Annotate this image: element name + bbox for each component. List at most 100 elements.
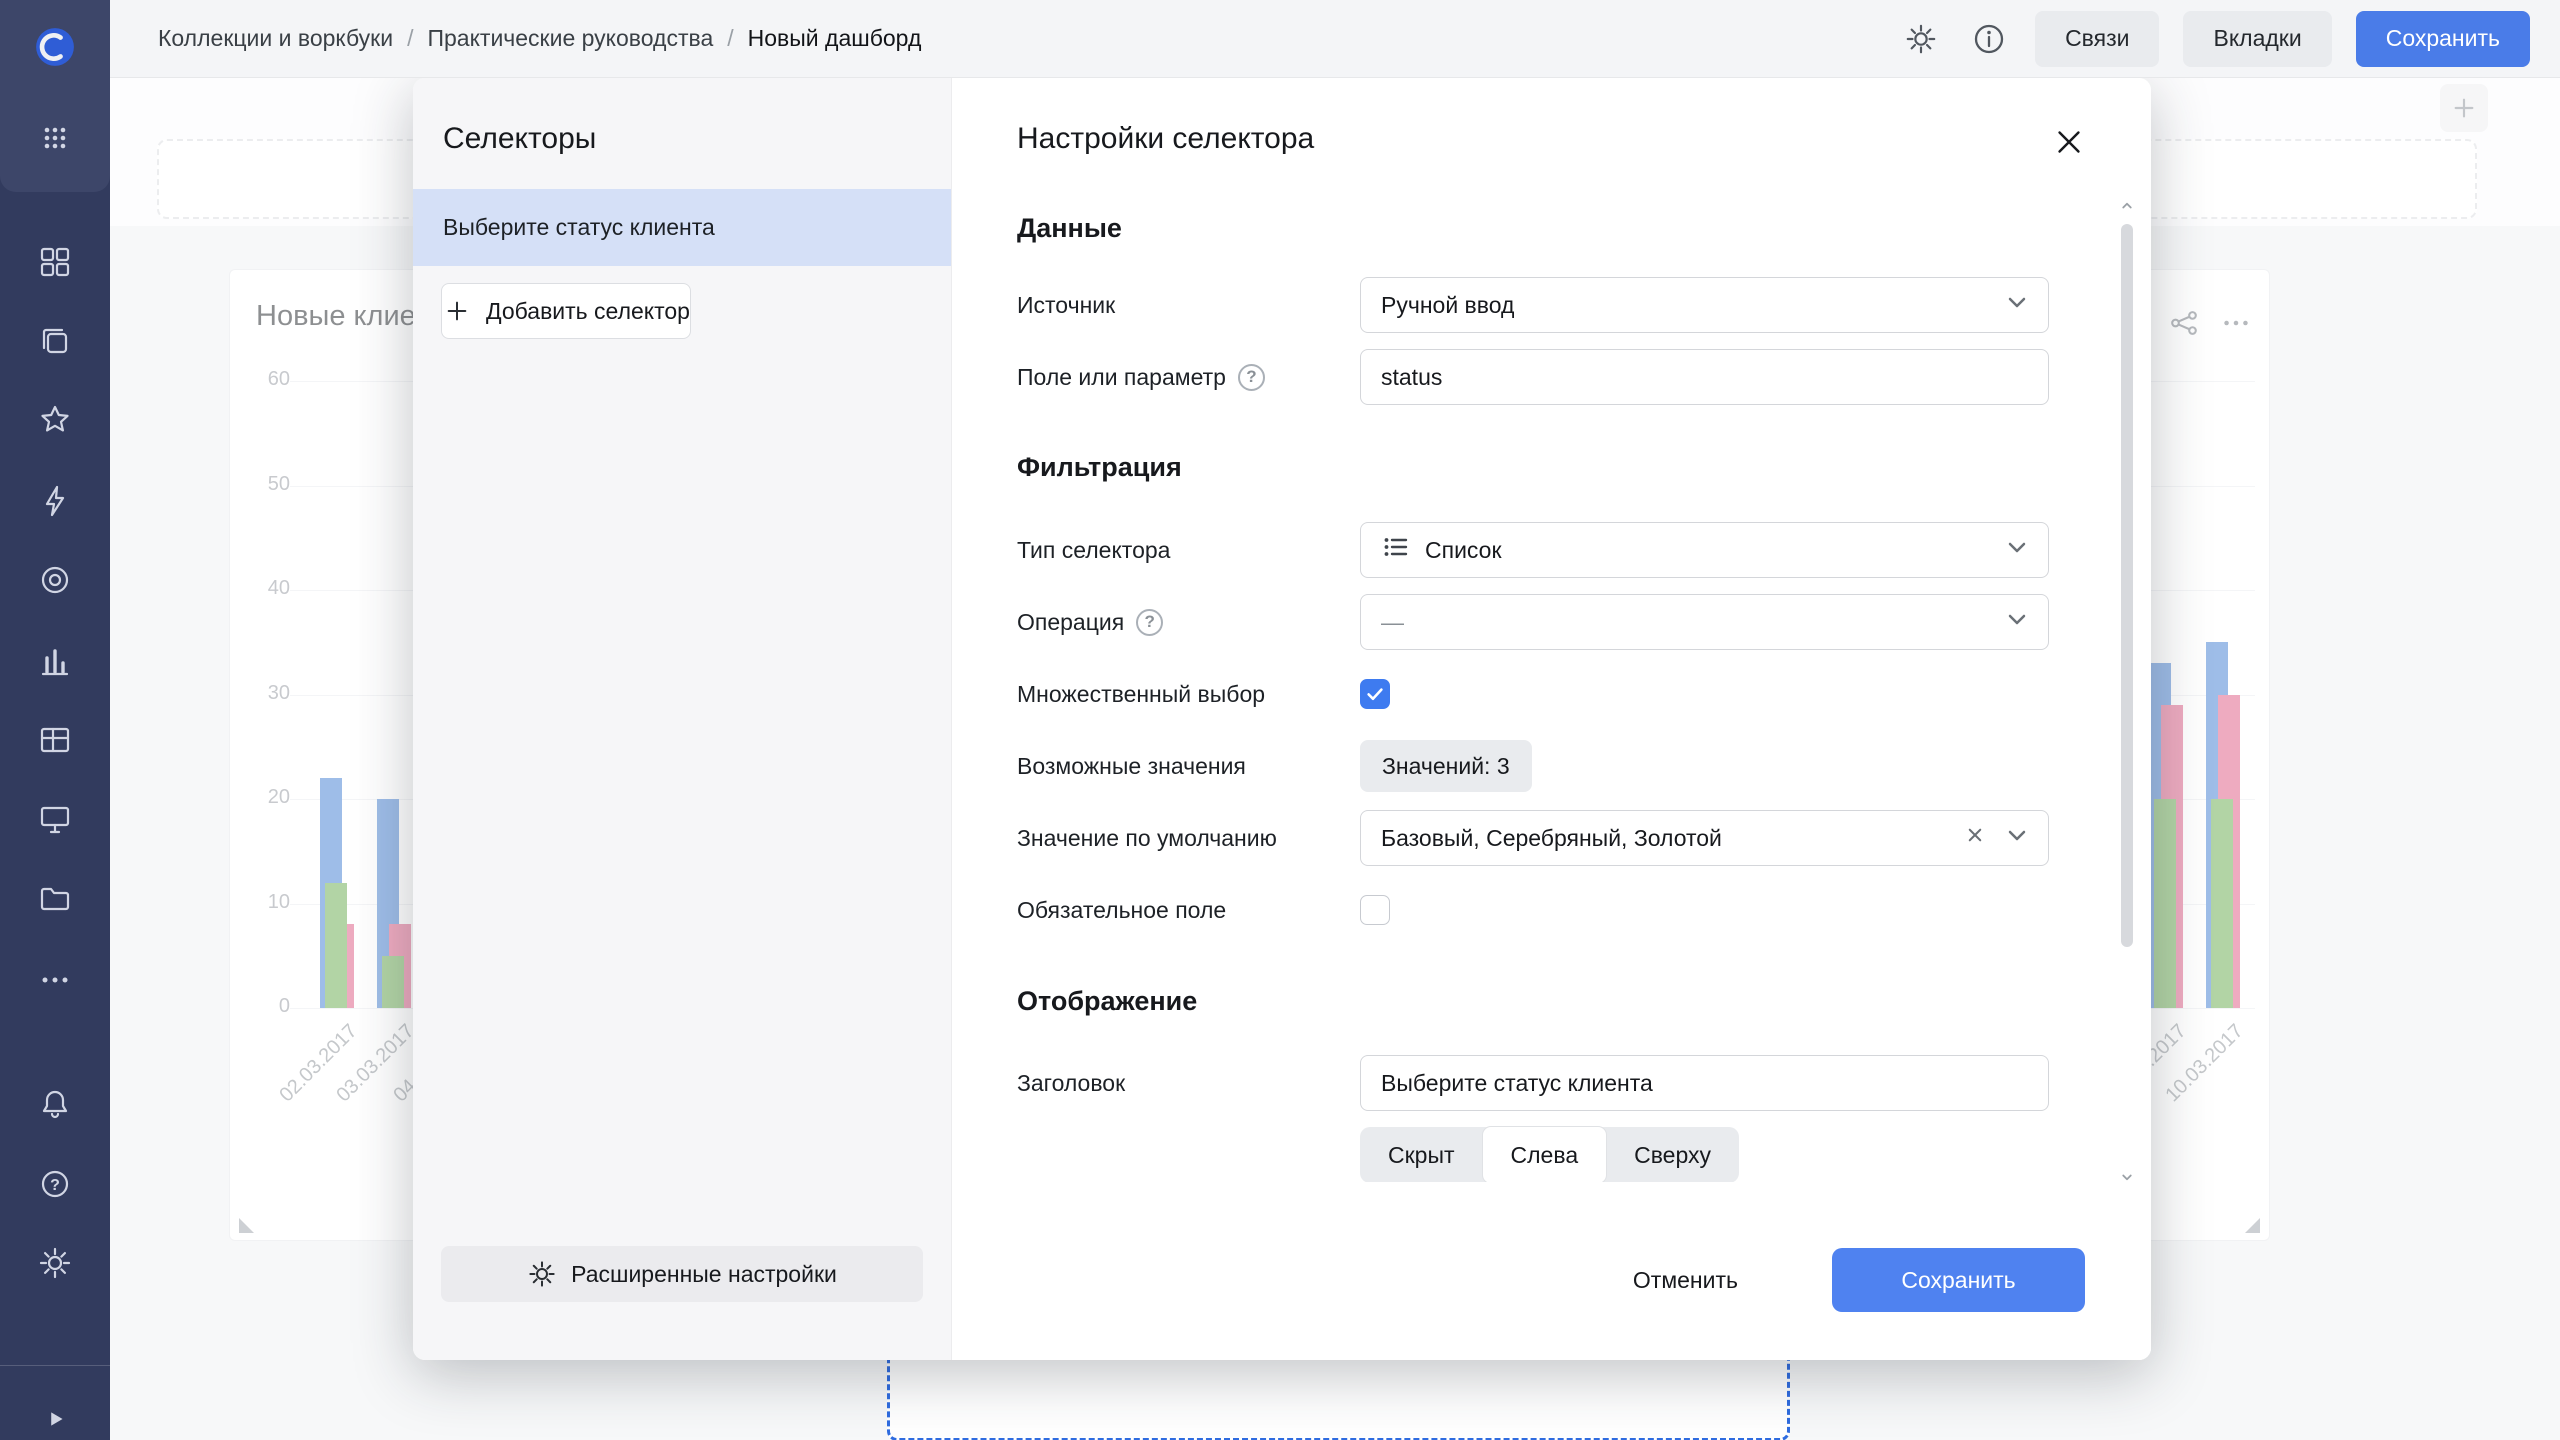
list-icon [1381, 532, 1411, 568]
operation-label: Операция ? [1017, 609, 1360, 636]
required-checkbox[interactable] [1360, 895, 1390, 925]
apps-grid-icon[interactable] [35, 118, 75, 158]
default-value-row: Значение по умолчанию Базовый, Серебряны… [1017, 810, 2049, 866]
scroll-up-icon[interactable] [2121, 199, 2133, 211]
expand-sidebar-icon[interactable] [35, 1399, 75, 1439]
header-settings-gear-icon[interactable] [1899, 17, 1943, 61]
scroll-down-icon[interactable] [2121, 1170, 2133, 1182]
datalens-logo[interactable] [35, 27, 75, 67]
selectors-panel-title: Селекторы [413, 78, 951, 156]
favorites-star-icon[interactable] [35, 400, 75, 440]
breadcrumb-guides[interactable]: Практические руководства [427, 25, 713, 52]
tab-top[interactable]: Сверху [1606, 1127, 1739, 1182]
close-icon[interactable] [2047, 120, 2091, 164]
operation-value: — [1381, 609, 1404, 636]
multiselect-label: Множественный выбор [1017, 681, 1360, 708]
default-value-select[interactable]: Базовый, Серебряный, Золотой [1360, 810, 2049, 866]
source-row: Источник Ручной ввод [1017, 277, 2049, 333]
editor-bolt-icon[interactable] [35, 481, 75, 521]
header-save-button[interactable]: Сохранить [2356, 11, 2530, 67]
field-value: status [1381, 364, 1442, 391]
operation-select[interactable]: — [1360, 594, 2049, 650]
multiselect-checkbox[interactable] [1360, 679, 1390, 709]
top-header: Коллекции и воркбуки / Практические руко… [110, 0, 2560, 78]
tabs-button[interactable]: Вкладки [2183, 11, 2331, 67]
dialog-save-button[interactable]: Сохранить [1832, 1248, 2085, 1312]
cancel-button[interactable]: Отменить [1633, 1267, 1738, 1294]
folder-icon[interactable] [35, 878, 75, 918]
default-value-label: Значение по умолчанию [1017, 825, 1360, 852]
widget-title-label: Заголовок [1017, 1070, 1360, 1097]
check-icon [1363, 682, 1387, 706]
plus-icon [442, 296, 472, 326]
question-icon[interactable]: ? [1136, 609, 1163, 636]
required-row: Обязательное поле [1017, 882, 2049, 938]
add-selector-button[interactable]: Добавить селектор [441, 283, 691, 339]
chevron-down-icon [2001, 531, 2033, 569]
add-selector-label: Добавить селектор [486, 298, 690, 325]
section-title-data: Данные [1017, 213, 2049, 244]
widget-title-input[interactable]: Выберите статус клиента [1360, 1055, 2049, 1111]
field-label: Поле или параметр ? [1017, 364, 1360, 391]
links-button[interactable]: Связи [2035, 11, 2159, 67]
source-label: Источник [1017, 292, 1360, 319]
gear-icon [527, 1259, 557, 1289]
source-select[interactable]: Ручной ввод [1360, 277, 2049, 333]
charts-icon[interactable] [35, 641, 75, 681]
dashboards-icon[interactable] [35, 242, 75, 282]
selector-settings-panel: Настройки селектора Данные Источник Ручн… [952, 78, 2151, 1360]
header-info-icon[interactable] [1967, 17, 2011, 61]
more-icon[interactable] [35, 960, 75, 1000]
title-row: Заголовок Выберите статус клиента [1017, 1055, 2049, 1111]
multiselect-row: Множественный выбор [1017, 666, 2049, 722]
breadcrumb-separator: / [727, 25, 733, 52]
dialog-footer: Отменить Сохранить [952, 1200, 2151, 1360]
selector-type-select[interactable]: Список [1360, 522, 2049, 578]
tab-left[interactable]: Слева [1483, 1127, 1607, 1182]
modal-scrollbar[interactable] [2119, 199, 2135, 1182]
selectors-list-panel: Селекторы Выберите статус клиента Добави… [413, 78, 952, 1360]
bell-icon[interactable] [35, 1084, 75, 1124]
clear-icon[interactable] [1961, 821, 1989, 855]
sidebar-divider [0, 1365, 110, 1366]
chevron-down-icon [2001, 603, 2033, 641]
settings-gear-icon[interactable] [35, 1243, 75, 1283]
title-position-row: Скрыт Слева Сверху [1017, 1127, 2049, 1182]
selector-list-item[interactable]: Выберите статус клиента [413, 189, 951, 266]
breadcrumb-separator: / [407, 25, 413, 52]
section-title-display: Отображение [1017, 986, 2049, 1017]
breadcrumb: Коллекции и воркбуки / Практические руко… [158, 25, 921, 52]
selector-type-value: Список [1425, 537, 1502, 564]
target-icon[interactable] [35, 560, 75, 600]
selector-type-label: Тип селектора [1017, 537, 1360, 564]
help-icon[interactable]: ? [35, 1164, 75, 1204]
question-icon[interactable]: ? [1238, 364, 1265, 391]
possible-values-label: Возможные значения [1017, 753, 1360, 780]
breadcrumb-collections[interactable]: Коллекции и воркбуки [158, 25, 393, 52]
advanced-settings-button[interactable]: Расширенные настройки [441, 1246, 923, 1302]
possible-values-row: Возможные значения Значений: 3 [1017, 738, 2049, 794]
tab-hidden[interactable]: Скрыт [1360, 1127, 1483, 1182]
monitor-icon[interactable] [35, 799, 75, 839]
selectors-dialog: Селекторы Выберите статус клиента Добави… [413, 78, 2151, 1360]
chevron-down-icon [2001, 286, 2033, 324]
chevron-down-icon [2001, 819, 2033, 857]
widget-title-value: Выберите статус клиента [1381, 1070, 1653, 1097]
advanced-settings-label: Расширенные настройки [571, 1261, 837, 1288]
operation-row: Операция ? — [1017, 594, 2049, 650]
collections-icon[interactable] [35, 321, 75, 361]
default-value-text: Базовый, Серебряный, Золотой [1381, 825, 1722, 852]
field-input[interactable]: status [1360, 349, 2049, 405]
section-title-filtering: Фильтрация [1017, 452, 2049, 483]
breadcrumb-current-dashboard: Новый дашборд [748, 25, 922, 52]
selector-type-row: Тип селектора Список [1017, 522, 2049, 578]
required-label: Обязательное поле [1017, 897, 1360, 924]
values-count-chip[interactable]: Значений: 3 [1360, 740, 1532, 792]
settings-scroll-area: Данные Источник Ручной ввод Поле или пар… [1017, 197, 2049, 1182]
title-position-tabs: Скрыт Слева Сверху [1360, 1127, 1739, 1182]
source-value: Ручной ввод [1381, 292, 1514, 319]
scrollbar-thumb[interactable] [2121, 224, 2133, 947]
svg-text:?: ? [50, 1177, 60, 1194]
field-row: Поле или параметр ? status [1017, 349, 2049, 405]
table-icon[interactable] [35, 720, 75, 760]
